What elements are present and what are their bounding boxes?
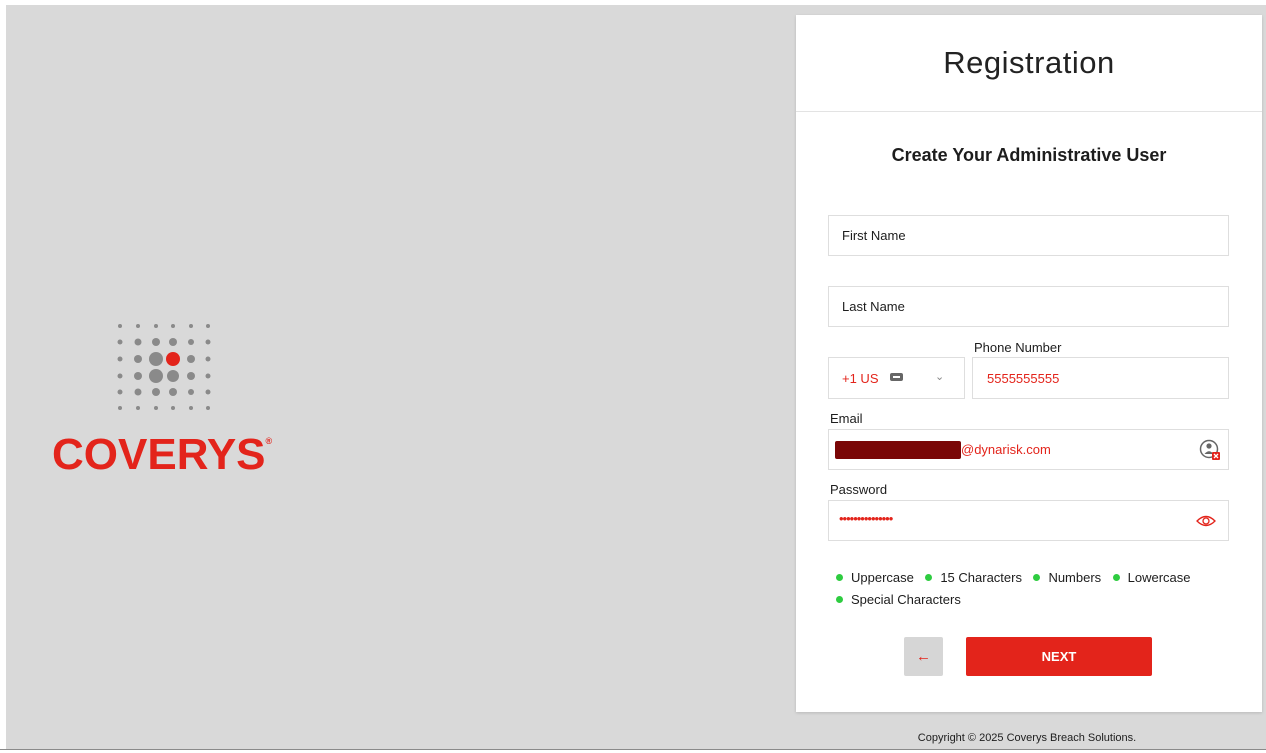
next-button[interactable]: NEXT [966, 637, 1152, 676]
chevron-down-icon: ⌄ [935, 371, 945, 383]
requirement-lowercase: Lowercase [1112, 566, 1191, 588]
password-label: Password [830, 482, 888, 497]
eye-icon[interactable] [1196, 513, 1216, 529]
password-manager-icon[interactable] [1199, 439, 1221, 461]
check-dot-icon [836, 573, 843, 581]
check-dot-icon [1112, 573, 1120, 581]
back-button[interactable]: ← [904, 637, 943, 676]
page-title: Registration [943, 45, 1115, 80]
dot-grid-logo-icon [117, 324, 211, 410]
redacted-block [835, 441, 961, 459]
coverys-logo: COVERYS® [52, 318, 292, 479]
requirement-length: 15 Characters [925, 566, 1022, 588]
logo-wordmark: COVERYS® [52, 430, 273, 479]
check-dot-icon [925, 573, 933, 581]
requirement-numbers: Numbers [1033, 566, 1101, 588]
email-value: @dynarisk.com [961, 442, 1051, 457]
password-value: ••••••••••••••• [839, 511, 893, 526]
password-input[interactable]: ••••••••••••••• [828, 500, 1229, 541]
registration-panel: Registration Create Your Administrative … [796, 15, 1262, 712]
bottom-divider [0, 749, 1266, 753]
flag-icon [890, 373, 903, 381]
email-label: Email [830, 411, 863, 426]
check-dot-icon [1033, 573, 1041, 581]
first-name-value: First Name [842, 228, 906, 243]
email-input[interactable]: @dynarisk.com [828, 429, 1229, 470]
requirement-uppercase: Uppercase [836, 566, 914, 588]
last-name-value: Last Name [842, 299, 905, 314]
check-dot-icon [836, 595, 843, 603]
registered-mark: ® [265, 436, 273, 446]
password-requirements: Uppercase 15 Characters Numbers Lowercas… [836, 566, 1236, 610]
first-name-input[interactable]: First Name [828, 215, 1229, 256]
last-name-input[interactable]: Last Name [828, 286, 1229, 327]
panel-header: Registration [796, 15, 1262, 112]
requirement-special: Special Characters [836, 588, 961, 610]
country-code-select[interactable]: +1 US ⌄ [828, 357, 965, 399]
phone-number-value: 5555555555 [987, 371, 1060, 386]
country-code-value: +1 US [842, 371, 879, 386]
arrow-left-icon: ← [916, 648, 931, 665]
phone-label: Phone Number [974, 340, 1062, 355]
phone-number-input[interactable]: 5555555555 [972, 357, 1229, 399]
copyright-text: Copyright © 2025 Coverys Breach Solution… [917, 732, 1137, 744]
form-subtitle: Create Your Administrative User [891, 145, 1167, 165]
